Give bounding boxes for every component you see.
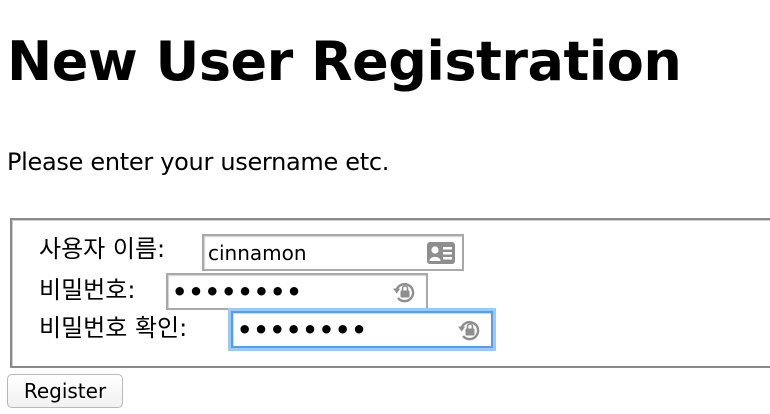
username-label: 사용자 이름:	[39, 235, 166, 263]
intro-text: Please enter your username etc.	[7, 148, 390, 176]
password-box[interactable]	[166, 273, 428, 310]
contact-card-icon[interactable]	[426, 241, 456, 265]
register-button[interactable]: Register	[7, 374, 123, 408]
password-confirm-input[interactable]	[237, 316, 447, 343]
password-label: 비밀번호:	[39, 276, 136, 304]
password-confirm-box[interactable]	[231, 311, 493, 348]
page-title: New User Registration	[7, 30, 682, 93]
username-box[interactable]	[202, 234, 464, 271]
password-key-icon[interactable]	[455, 318, 485, 342]
password-confirm-label: 비밀번호 확인:	[39, 314, 188, 342]
username-input[interactable]	[208, 239, 418, 266]
registration-fieldset: 사용자 이름: 비밀번호: 비밀번호 확인:	[10, 218, 770, 368]
password-input[interactable]	[172, 278, 382, 305]
password-key-icon[interactable]	[390, 280, 420, 304]
